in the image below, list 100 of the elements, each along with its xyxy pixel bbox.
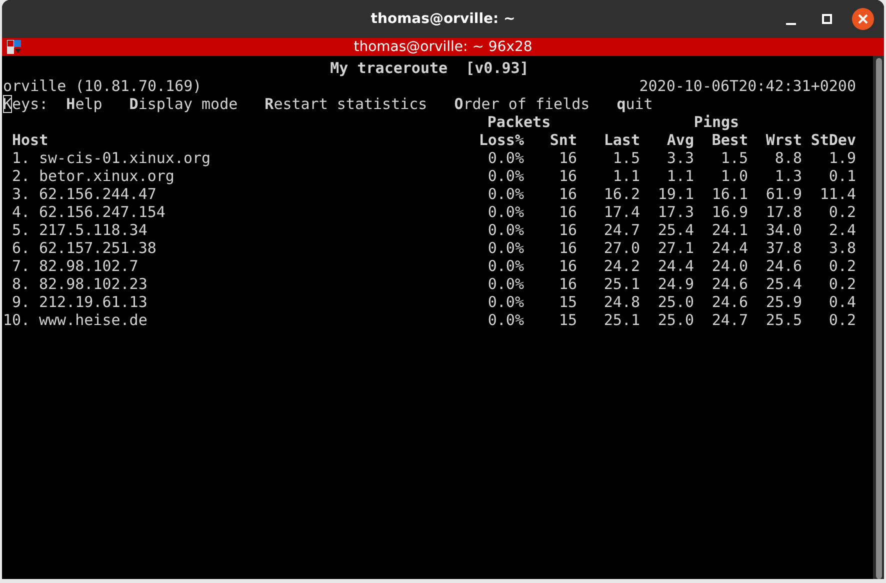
table-cell-text: 16 [558, 257, 577, 275]
table-cell-text: 0.0% [486, 239, 524, 257]
table-cell-text: 11.4 [818, 185, 856, 203]
hop-number: 9. [10, 293, 30, 311]
key-hint: Help [66, 95, 102, 113]
table-cell-text: 1.5 [612, 149, 640, 167]
table-cell-text: 3.3 [666, 149, 694, 167]
column-header: Loss% [478, 131, 524, 149]
close-button[interactable] [852, 8, 874, 30]
table-cell-text: 17.3 [656, 203, 694, 221]
hop-number: 3. [10, 185, 30, 203]
host-cell: sw-cis-01.xinux.org [39, 149, 211, 167]
table-cell-text: 0.0% [486, 185, 524, 203]
table-cell-text: 16 [558, 149, 577, 167]
table-cell-text: 17.4 [602, 203, 640, 221]
hop-number: 6. [10, 239, 30, 257]
hop-number: 8. [10, 275, 30, 293]
host-cell: 82.98.102.23 [39, 275, 148, 293]
minimize-icon [786, 22, 796, 24]
table-cell-text: 1.1 [612, 167, 640, 185]
table-cell-text: 16 [558, 239, 577, 257]
key-hint: Restart statistics [264, 95, 428, 113]
table-cell-text: 16 [558, 167, 577, 185]
close-icon [858, 14, 868, 24]
table-cell-text: 24.6 [710, 275, 748, 293]
table-cell-text: 1.9 [828, 149, 856, 167]
table-cell-text: 25.9 [764, 293, 802, 311]
hop-number: 10. [3, 311, 30, 329]
scrollbar[interactable] [873, 56, 884, 579]
host-cell: 62.157.251.38 [39, 239, 156, 257]
table-cell-text: 16.1 [710, 185, 748, 203]
table-cell-text: 24.7 [710, 311, 748, 329]
host-cell: 62.156.247.154 [39, 203, 166, 221]
hop-number: 5. [10, 221, 30, 239]
table-cell-text: 15 [558, 293, 577, 311]
table-cell-text: 1.1 [666, 167, 694, 185]
table-cell-text: 25.1 [602, 275, 640, 293]
key-hint: Order of fields [454, 95, 590, 113]
key-hint: Display mode [129, 95, 238, 113]
maximize-icon [821, 13, 833, 25]
table-cell-text: 0.0% [486, 221, 524, 239]
host-cell: www.heise.de [39, 311, 148, 329]
table-cell-text: 25.0 [656, 293, 694, 311]
table-cell-text: 0.2 [828, 203, 856, 221]
table-cell-text: 0.0% [486, 149, 524, 167]
host-cell: betor.xinux.org [39, 167, 174, 185]
column-header: Avg [666, 131, 694, 149]
key-hint: quit [616, 95, 653, 113]
column-group-header: Pings [692, 113, 740, 131]
table-cell-text: 25.4 [656, 221, 694, 239]
table-cell-text: 1.5 [720, 149, 748, 167]
table-cell-text: 0.0% [486, 257, 524, 275]
table-cell-text: 16.9 [710, 203, 748, 221]
table-cell-text: 16.2 [602, 185, 640, 203]
column-header: Snt [548, 131, 577, 149]
table-cell-text: 25.1 [602, 311, 640, 329]
table-cell-text: 24.7 [602, 221, 640, 239]
table-cell-text: 24.6 [764, 257, 802, 275]
table-cell-text: 24.8 [602, 293, 640, 311]
table-cell-text: 0.1 [828, 167, 856, 185]
table-cell-text: 3.8 [828, 239, 856, 257]
column-header: Host [11, 131, 50, 149]
table-cell-text: 24.6 [710, 293, 748, 311]
table-cell-text: 0.0% [486, 203, 524, 221]
table-cell-text: 25.4 [764, 275, 802, 293]
table-cell-text: 37.8 [764, 239, 802, 257]
table-cell-text: 0.0% [486, 167, 524, 185]
table-cell-text: 16 [558, 185, 577, 203]
table-cell-text: 34.0 [764, 221, 802, 239]
hop-number: 2. [10, 167, 30, 185]
table-cell-text: 0.0% [486, 275, 524, 293]
table-cell-text: 24.4 [656, 257, 694, 275]
table-cell-text: 1.3 [774, 167, 802, 185]
table-cell-text: 24.0 [710, 257, 748, 275]
hop-number: 7. [10, 257, 30, 275]
table-cell-text: 17.8 [764, 203, 802, 221]
window-title: thomas@orville: ~ [370, 10, 516, 28]
table-cell-text: 0.0% [486, 311, 524, 329]
table-cell-text: 2.4 [828, 221, 856, 239]
program-heading: My traceroute [v0.93] [330, 59, 529, 77]
column-header: Best [710, 131, 748, 149]
keys-label: Keys: [3, 95, 48, 113]
table-cell-text: 0.2 [828, 311, 856, 329]
table-cell-text: 25.5 [764, 311, 802, 329]
table-cell-text: 24.2 [602, 257, 640, 275]
table-cell-text: 25.0 [656, 311, 694, 329]
table-cell-text: 0.0% [486, 293, 524, 311]
table-cell-text: 27.1 [656, 239, 694, 257]
column-group-header: Packets [486, 113, 552, 131]
table-cell-text: 0.2 [828, 257, 856, 275]
table-cell-text: 19.1 [656, 185, 694, 203]
host-cell: 82.98.102.7 [39, 257, 138, 275]
table-cell-text: 0.2 [828, 275, 856, 293]
table-cell-text: 24.9 [656, 275, 694, 293]
host-cell: 217.5.118.34 [39, 221, 148, 239]
host-cell: 212.19.61.13 [39, 293, 148, 311]
terminal-menu-icon[interactable] [7, 40, 22, 54]
timestamp-text: 2020-10-06T20:42:31+0200 [639, 77, 856, 95]
table-cell-text: 15 [558, 311, 577, 329]
table-cell-text: 61.9 [764, 185, 802, 203]
